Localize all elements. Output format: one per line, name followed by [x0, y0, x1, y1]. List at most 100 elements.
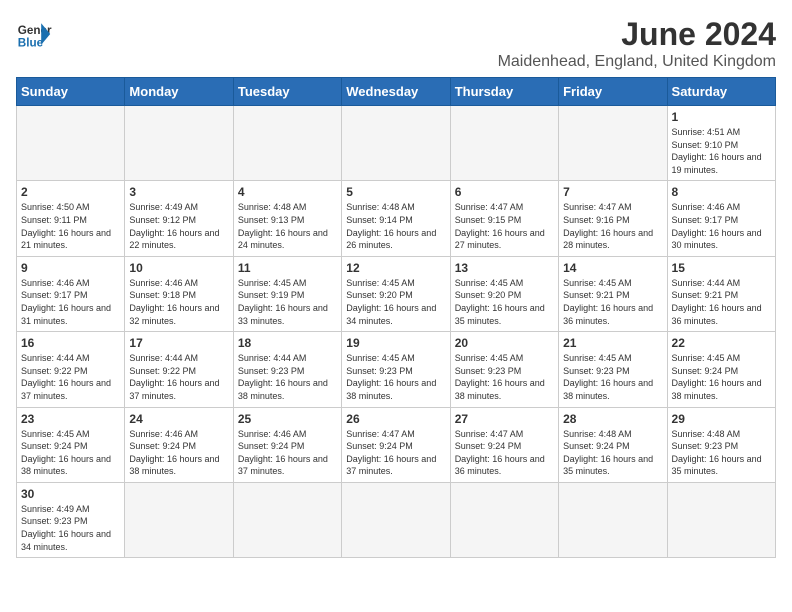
- day-info: Sunrise: 4:49 AMSunset: 9:12 PMDaylight:…: [129, 201, 228, 251]
- calendar-cell: 20Sunrise: 4:45 AMSunset: 9:23 PMDayligh…: [450, 332, 558, 407]
- day-header-friday: Friday: [559, 78, 667, 106]
- day-info: Sunrise: 4:45 AMSunset: 9:20 PMDaylight:…: [346, 277, 445, 327]
- day-number: 26: [346, 412, 445, 426]
- day-number: 17: [129, 336, 228, 350]
- day-number: 4: [238, 185, 337, 199]
- day-header-wednesday: Wednesday: [342, 78, 450, 106]
- day-info: Sunrise: 4:45 AMSunset: 9:19 PMDaylight:…: [238, 277, 337, 327]
- day-number: 20: [455, 336, 554, 350]
- calendar-table: SundayMondayTuesdayWednesdayThursdayFrid…: [16, 77, 776, 558]
- day-info: Sunrise: 4:46 AMSunset: 9:18 PMDaylight:…: [129, 277, 228, 327]
- calendar-cell: 12 Sunrise: 4:45 AMSunset: 9:20 PMDayligh…: [342, 256, 450, 331]
- day-number: 12: [346, 261, 445, 275]
- week-row-3: 9Sunrise: 4:46 AMSunset: 9:17 PMDaylight…: [17, 256, 776, 331]
- calendar-header: General Blue June 2024 Maidenhead, Engla…: [16, 16, 776, 71]
- logo-icon: General Blue: [16, 16, 52, 52]
- calendar-cell: 4Sunrise: 4:48 AMSunset: 9:13 PMDaylight…: [233, 181, 341, 256]
- day-info: Sunrise: 4:46 AMSunset: 9:17 PMDaylight:…: [672, 201, 771, 251]
- calendar-cell: [125, 482, 233, 557]
- day-info: Sunrise: 4:45 AMSunset: 9:23 PMDaylight:…: [563, 352, 662, 402]
- title-area: June 2024 Maidenhead, England, United Ki…: [498, 16, 776, 71]
- calendar-cell: 5 Sunrise: 4:48 AMSunset: 9:14 PMDaylight…: [342, 181, 450, 256]
- day-number: 29: [672, 412, 771, 426]
- calendar-subtitle: Maidenhead, England, United Kingdom: [498, 53, 776, 71]
- day-number: 6: [455, 185, 554, 199]
- calendar-cell: 10 Sunrise: 4:46 AMSunset: 9:18 PMDayligh…: [125, 256, 233, 331]
- day-info: Sunrise: 4:51 AMSunset: 9:10 PMDaylight:…: [672, 126, 771, 176]
- calendar-cell: 13Sunrise: 4:45 AMSunset: 9:20 PMDayligh…: [450, 256, 558, 331]
- calendar-cell: 1 Sunrise: 4:51 AMSunset: 9:10 PMDaylight…: [667, 106, 775, 181]
- calendar-cell: [559, 482, 667, 557]
- day-number: 3: [129, 185, 228, 199]
- day-number: 11: [238, 261, 337, 275]
- day-number: 10: [129, 261, 228, 275]
- day-number: 23: [21, 412, 120, 426]
- day-number: 8: [672, 185, 771, 199]
- day-number: 1: [672, 110, 771, 124]
- day-info: Sunrise: 4:46 AMSunset: 9:24 PMDaylight:…: [129, 428, 228, 478]
- day-info: Sunrise: 4:49 AMSunset: 9:23 PMDaylight:…: [21, 503, 120, 553]
- calendar-cell: 28Sunrise: 4:48 AMSunset: 9:24 PMDayligh…: [559, 407, 667, 482]
- day-info: Sunrise: 4:50 AMSunset: 9:11 PMDaylight:…: [21, 201, 120, 251]
- calendar-cell: 7 Sunrise: 4:47 AMSunset: 9:16 PMDaylight…: [559, 181, 667, 256]
- calendar-cell: 24 Sunrise: 4:46 AMSunset: 9:24 PMDayligh…: [125, 407, 233, 482]
- calendar-cell: 6 Sunrise: 4:47 AMSunset: 9:15 PMDaylight…: [450, 181, 558, 256]
- day-number: 15: [672, 261, 771, 275]
- day-number: 30: [21, 487, 120, 501]
- day-number: 28: [563, 412, 662, 426]
- day-number: 2: [21, 185, 120, 199]
- week-row-2: 2 Sunrise: 4:50 AMSunset: 9:11 PMDaylight…: [17, 181, 776, 256]
- week-row-6: 30 Sunrise: 4:49 AMSunset: 9:23 PMDayligh…: [17, 482, 776, 557]
- calendar-cell: [125, 106, 233, 181]
- calendar-cell: 22Sunrise: 4:45 AMSunset: 9:24 PMDayligh…: [667, 332, 775, 407]
- day-info: Sunrise: 4:47 AMSunset: 9:15 PMDaylight:…: [455, 201, 554, 251]
- day-number: 19: [346, 336, 445, 350]
- calendar-cell: 17Sunrise: 4:44 AMSunset: 9:22 PMDayligh…: [125, 332, 233, 407]
- day-info: Sunrise: 4:45 AMSunset: 9:21 PMDaylight:…: [563, 277, 662, 327]
- day-number: 18: [238, 336, 337, 350]
- calendar-cell: 18 Sunrise: 4:44 AMSunset: 9:23 PMDayligh…: [233, 332, 341, 407]
- calendar-cell: 15 Sunrise: 4:44 AMSunset: 9:21 PMDayligh…: [667, 256, 775, 331]
- day-number: 24: [129, 412, 228, 426]
- day-number: 7: [563, 185, 662, 199]
- calendar-cell: 30 Sunrise: 4:49 AMSunset: 9:23 PMDayligh…: [17, 482, 125, 557]
- day-header-tuesday: Tuesday: [233, 78, 341, 106]
- day-header-sunday: Sunday: [17, 78, 125, 106]
- calendar-cell: [559, 106, 667, 181]
- calendar-cell: 25 Sunrise: 4:46 AMSunset: 9:24 PMDayligh…: [233, 407, 341, 482]
- day-header-saturday: Saturday: [667, 78, 775, 106]
- calendar-title: June 2024: [498, 16, 776, 53]
- logo: General Blue: [16, 16, 52, 52]
- calendar-cell: [450, 482, 558, 557]
- day-info: Sunrise: 4:46 AMSunset: 9:17 PMDaylight:…: [21, 277, 120, 327]
- calendar-cell: 21 Sunrise: 4:45 AMSunset: 9:23 PMDayligh…: [559, 332, 667, 407]
- calendar-cell: 16Sunrise: 4:44 AMSunset: 9:22 PMDayligh…: [17, 332, 125, 407]
- calendar-cell: [342, 106, 450, 181]
- day-info: Sunrise: 4:47 AMSunset: 9:16 PMDaylight:…: [563, 201, 662, 251]
- day-number: 22: [672, 336, 771, 350]
- day-info: Sunrise: 4:44 AMSunset: 9:21 PMDaylight:…: [672, 277, 771, 327]
- day-number: 21: [563, 336, 662, 350]
- day-header-thursday: Thursday: [450, 78, 558, 106]
- day-info: Sunrise: 4:47 AMSunset: 9:24 PMDaylight:…: [455, 428, 554, 478]
- week-row-5: 23 Sunrise: 4:45 AMSunset: 9:24 PMDayligh…: [17, 407, 776, 482]
- calendar-cell: [233, 482, 341, 557]
- day-info: Sunrise: 4:48 AMSunset: 9:14 PMDaylight:…: [346, 201, 445, 251]
- calendar-cell: 26 Sunrise: 4:47 AMSunset: 9:24 PMDayligh…: [342, 407, 450, 482]
- day-number: 5: [346, 185, 445, 199]
- calendar-cell: 14 Sunrise: 4:45 AMSunset: 9:21 PMDayligh…: [559, 256, 667, 331]
- calendar-cell: [233, 106, 341, 181]
- day-info: Sunrise: 4:47 AMSunset: 9:24 PMDaylight:…: [346, 428, 445, 478]
- day-headers-row: SundayMondayTuesdayWednesdayThursdayFrid…: [17, 78, 776, 106]
- day-info: Sunrise: 4:44 AMSunset: 9:23 PMDaylight:…: [238, 352, 337, 402]
- calendar-cell: 2 Sunrise: 4:50 AMSunset: 9:11 PMDaylight…: [17, 181, 125, 256]
- day-number: 14: [563, 261, 662, 275]
- day-info: Sunrise: 4:46 AMSunset: 9:24 PMDaylight:…: [238, 428, 337, 478]
- calendar-cell: 19Sunrise: 4:45 AMSunset: 9:23 PMDayligh…: [342, 332, 450, 407]
- svg-text:Blue: Blue: [18, 37, 44, 50]
- calendar-cell: [667, 482, 775, 557]
- day-number: 25: [238, 412, 337, 426]
- calendar-cell: 3 Sunrise: 4:49 AMSunset: 9:12 PMDaylight…: [125, 181, 233, 256]
- calendar-cell: [17, 106, 125, 181]
- day-info: Sunrise: 4:45 AMSunset: 9:24 PMDaylight:…: [21, 428, 120, 478]
